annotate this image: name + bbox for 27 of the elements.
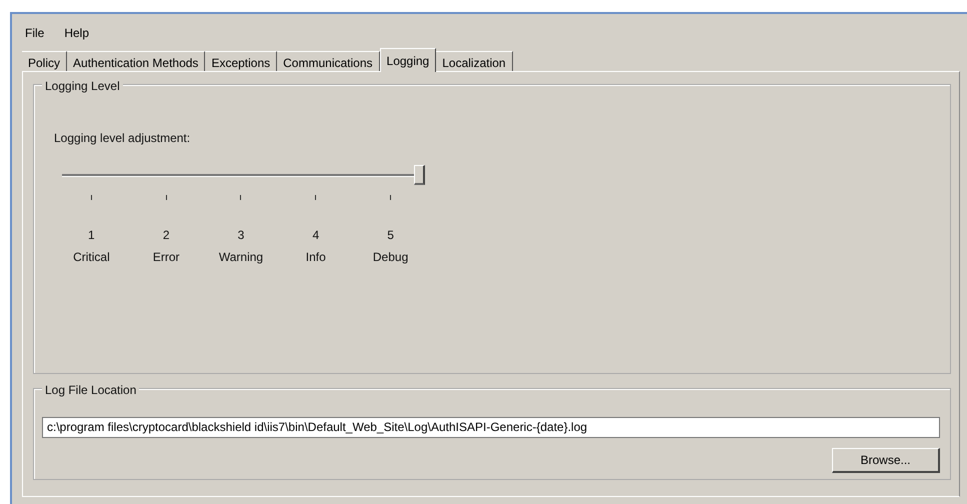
level-number: 2 <box>162 227 170 244</box>
tab[interactable]: Communications <box>277 51 380 71</box>
tick-mark <box>90 195 92 200</box>
menu-item[interactable]: Help <box>64 20 90 46</box>
browse-button[interactable]: Browse... <box>832 448 940 473</box>
level-name: Debug <box>372 249 408 266</box>
tab[interactable]: Authentication Methods <box>67 51 206 71</box>
level-number: 5 <box>387 227 394 244</box>
tab[interactable]: Exceptions <box>205 51 278 71</box>
tick-mark <box>166 195 167 200</box>
slider-thumb[interactable] <box>414 165 425 185</box>
level-name: Warning <box>218 249 264 266</box>
tick-mark <box>240 195 242 200</box>
level-number: 1 <box>88 227 95 244</box>
tab[interactable]: Logging <box>380 48 436 72</box>
tick-mark <box>390 195 392 200</box>
tab[interactable]: Localization <box>436 51 513 71</box>
tick-mark <box>315 195 316 200</box>
path-field[interactable]: c:\program files\cryptocard\blackshield id\iis7\bin\Default_Web_Site\Log\AuthISAPI-Generic-{date}.log <box>42 417 940 438</box>
menu-item[interactable]: File <box>25 20 44 46</box>
level-number: 3 <box>238 227 244 244</box>
level-name: Error <box>152 249 180 266</box>
level-name: Critical <box>73 249 110 266</box>
level-name: Info <box>306 249 326 266</box>
slider-label: Logging level adjustment: <box>54 130 192 147</box>
level-number: 4 <box>312 227 320 244</box>
tab[interactable]: Policy <box>22 51 68 71</box>
